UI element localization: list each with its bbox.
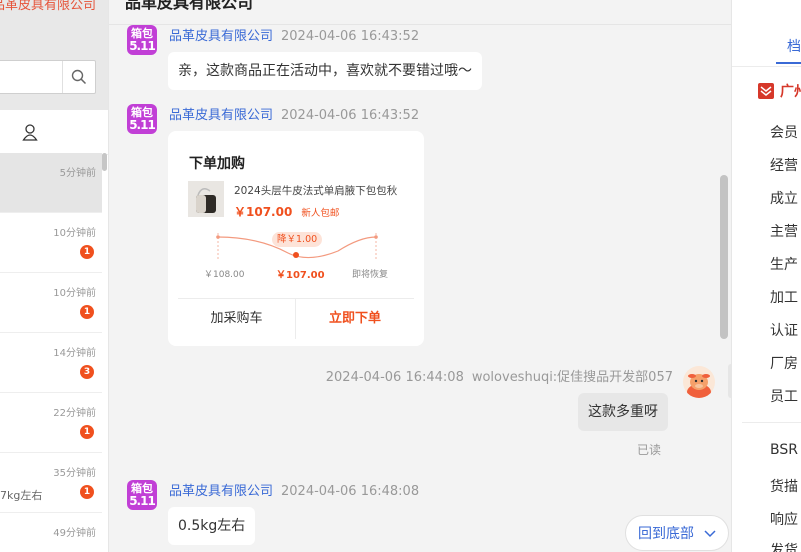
message-time: 2024-04-06 16:43:52 (281, 29, 420, 44)
unread-badge: 1 (80, 305, 94, 319)
conversation-panel: 品革皮具有限公司 5分钟前 10分钟前 1 10分钟前 1 14分钟前 3 22… (0, 0, 109, 552)
info-row: 生产 (770, 257, 798, 273)
search-button[interactable] (62, 61, 95, 93)
chat-area: 品革皮具有限公司 箱包 5.11 品革皮具有限公司 2024-04-06 16:43… (109, 0, 731, 552)
shop-name[interactable]: 广州 (758, 81, 801, 101)
price-now: ￥107.00 (276, 270, 325, 281)
info-row: 会员 (770, 125, 798, 141)
conversation-scrollbar[interactable] (102, 153, 107, 171)
back-to-bottom-label: 回到底部 (638, 526, 694, 542)
cow-icon (687, 374, 711, 398)
tab-archive[interactable]: 档 (787, 36, 801, 56)
section-divider (742, 422, 801, 423)
sender-name[interactable]: 品革皮具有限公司 (169, 484, 273, 499)
conversation-preview: 7kg左右 (0, 489, 43, 502)
info-row: 响应 (770, 512, 798, 528)
unread-badge: 3 (80, 365, 94, 379)
info-row: 货描 (770, 479, 798, 495)
conversation-item[interactable]: 35分钟前 1 7kg左右 (0, 453, 102, 513)
chat-title: 品革皮具有限公司 (125, 0, 254, 12)
contacts-tab[interactable] (22, 124, 38, 145)
order-card-title: 下单加购 (189, 156, 245, 172)
message-time: 2024-04-06 16:44:08 (325, 370, 464, 385)
discount-label: 降￥1.00 (272, 232, 323, 247)
chat-scrollbar[interactable] (720, 175, 728, 339)
message-meta: 品革皮具有限公司 2024-04-06 16:43:52 (169, 104, 419, 123)
sender-name[interactable]: woloveshuqi:促佳搜品开发部057 (472, 370, 673, 385)
info-row: 员工 (770, 389, 798, 405)
message-bubble: 亲，这款商品正在活动中，喜欢就不要错过哦～ (168, 52, 482, 90)
new-user-tag: 新人包邮 (301, 208, 340, 219)
unread-badge: 1 (80, 485, 94, 499)
chat-header: 品革皮具有限公司 (109, 0, 731, 25)
unread-badge: 1 (80, 425, 94, 439)
user-icon (22, 124, 38, 141)
message-meta: 品革皮具有限公司 2024-04-06 16:48:08 (169, 480, 419, 499)
search-icon (71, 69, 87, 85)
conversation-item[interactable]: 5分钟前 (0, 153, 102, 213)
active-tab-indicator (776, 62, 801, 64)
product-price-line: ￥107.00 新人包邮 (234, 201, 339, 220)
product-name[interactable]: 2024头层牛皮法式单肩腋下包包秋 (234, 183, 397, 198)
search-box[interactable] (0, 60, 96, 94)
handbag-icon (196, 188, 216, 213)
conversation-item[interactable]: 22分钟前 1 (0, 393, 102, 453)
message-bubble: 这款多重呀 (578, 393, 668, 431)
back-to-bottom-button[interactable]: 回到底部 (625, 515, 729, 551)
shop-avatar[interactable]: 箱包 5.11 (127, 25, 157, 55)
shop-info-panel: 档 广州 会员 经营 成立 主营 生产 加工 认证 厂房 员工 BSR 货描 响… (731, 0, 801, 552)
conversation-filter-bar (0, 110, 108, 155)
shop-avatar[interactable]: 箱包 5.11 (127, 104, 157, 134)
shop-avatar[interactable]: 箱包 5.11 (127, 480, 157, 510)
message-bubble: 0.5kg左右 (168, 507, 256, 545)
product-price: ￥107.00 (234, 205, 293, 219)
buyer-avatar[interactable] (683, 366, 715, 398)
chevron-down-icon (704, 530, 716, 538)
shop-name-text: 广州 (780, 84, 801, 100)
order-card: 下单加购 2024头层牛皮法式单肩腋下包包秋 ￥107.00 新人包邮 降￥1.… (168, 131, 424, 346)
left-brand-text: 品革皮具有限公司 (0, 0, 97, 13)
info-row: 认证 (770, 323, 798, 339)
price-before: ￥108.00 (204, 270, 245, 280)
shop-badge-icon (758, 83, 774, 99)
tab-divider (732, 66, 801, 67)
info-row: BSR (770, 442, 798, 458)
conversation-time: 35分钟前 (53, 468, 96, 479)
conversation-time: 5分钟前 (59, 168, 96, 179)
conversation-item[interactable]: 49分钟前 (0, 513, 102, 552)
sender-name[interactable]: 品革皮具有限公司 (169, 108, 273, 123)
conversation-time: 10分钟前 (53, 288, 96, 299)
info-row: 发货 (770, 543, 798, 552)
conversation-item[interactable]: 14分钟前 3 (0, 333, 102, 393)
message-meta: 品革皮具有限公司 2024-04-06 16:43:52 (169, 25, 419, 44)
conversation-item[interactable]: 10分钟前 1 (0, 213, 102, 273)
info-row: 经营 (770, 158, 798, 174)
left-header: 品革皮具有限公司 (0, 0, 108, 110)
conversation-time: 14分钟前 (53, 348, 96, 359)
conversation-time: 49分钟前 (53, 528, 96, 539)
conversation-item[interactable]: 10分钟前 1 (0, 273, 102, 333)
message-time: 2024-04-06 16:43:52 (281, 108, 420, 123)
message-time: 2024-04-06 16:48:08 (281, 484, 420, 499)
read-status: 已读 (637, 443, 662, 457)
info-row: 主营 (770, 224, 798, 240)
buy-now-button[interactable]: 立即下单 (296, 299, 414, 339)
unread-badge: 1 (80, 245, 94, 259)
conversation-time: 22分钟前 (53, 408, 96, 419)
message-meta: 2024-04-06 16:44:08 woloveshuqi:促佳搜品开发部05… (326, 366, 673, 385)
conversation-time: 10分钟前 (53, 228, 96, 239)
price-after: 即将恢复 (352, 270, 389, 280)
info-row: 厂房 (770, 356, 798, 372)
info-row: 成立 (770, 191, 798, 207)
info-row: 加工 (770, 290, 798, 306)
sender-name[interactable]: 品革皮具有限公司 (169, 29, 273, 44)
product-thumbnail[interactable] (188, 181, 224, 217)
add-to-cart-button[interactable]: 加采购车 (178, 299, 295, 339)
